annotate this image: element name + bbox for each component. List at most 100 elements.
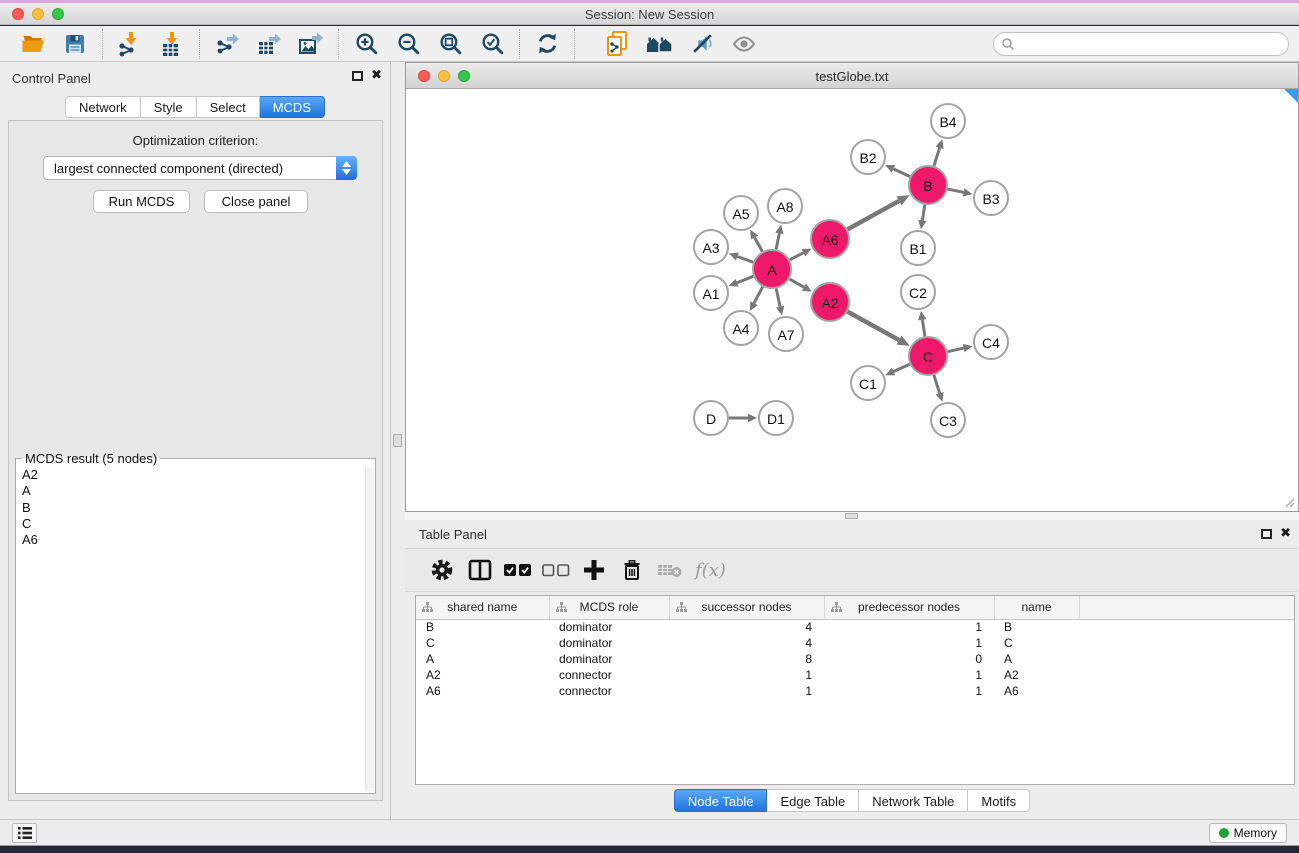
eye-icon[interactable] [723, 28, 765, 60]
mcds-result-item[interactable]: A [22, 483, 375, 499]
cell-name[interactable]: A [994, 651, 1079, 667]
cell-MCDS-role[interactable]: connector [549, 667, 669, 683]
cell-shared-name[interactable]: A2 [416, 667, 549, 683]
close-panel-button[interactable]: Close panel [204, 190, 308, 213]
tab-motifs[interactable]: Motifs [968, 789, 1030, 812]
tab-mcds[interactable]: MCDS [260, 96, 325, 118]
table-row[interactable]: A2connector11A2 [416, 667, 1294, 683]
float-panel-icon[interactable] [352, 71, 363, 81]
graph-edge-B-B3[interactable] [948, 189, 964, 192]
column-header-shared-name[interactable]: shared name [416, 596, 549, 619]
graph-edge-A-A3[interactable] [737, 256, 753, 262]
mcds-result-item[interactable]: A2 [22, 467, 375, 483]
cell-MCDS-role[interactable]: connector [549, 683, 669, 699]
cell-successor-nodes[interactable]: 1 [669, 667, 824, 683]
cell-predecessor-nodes[interactable]: 1 [824, 683, 994, 699]
column-header-successor-nodes[interactable]: successor nodes [669, 596, 824, 619]
graph-edge-A-A7[interactable] [776, 289, 780, 307]
open-session-icon[interactable] [12, 28, 54, 60]
zoom-selected-icon[interactable] [471, 28, 513, 60]
table-settings-gear-icon[interactable] [423, 552, 461, 588]
run-mcds-button[interactable]: Run MCDS [93, 190, 190, 213]
graph-edge-A6-B[interactable] [848, 201, 900, 229]
search-input[interactable] [1015, 34, 1288, 54]
graph-edge-A-A8[interactable] [776, 233, 779, 249]
cell-MCDS-role[interactable]: dominator [549, 651, 669, 667]
table-row[interactable]: Cdominator41C [416, 635, 1294, 651]
graph-edge-C-C1[interactable] [894, 364, 910, 371]
cell-predecessor-nodes[interactable]: 0 [824, 651, 994, 667]
cell-name[interactable]: B [994, 619, 1079, 635]
export-table-icon[interactable] [248, 28, 290, 60]
tab-style[interactable]: Style [141, 96, 197, 118]
column-header-name[interactable]: name [994, 596, 1079, 619]
graph-edge-A-A5[interactable] [755, 237, 763, 251]
graph-edge-C-C3[interactable] [934, 375, 940, 393]
graph-edge-B-B4[interactable] [934, 148, 940, 166]
graph-edge-A-A1[interactable] [737, 276, 753, 282]
tab-node-table[interactable]: Node Table [674, 789, 768, 812]
import-table-icon[interactable] [151, 28, 193, 60]
mcds-list-scrollbar[interactable] [365, 468, 374, 791]
vertical-splitter-grip[interactable] [393, 434, 402, 447]
task-history-button[interactable] [12, 823, 37, 843]
graph-edge-B-B1[interactable] [922, 205, 924, 221]
graph-edge-C-C2[interactable] [922, 320, 925, 337]
cell-name[interactable]: A2 [994, 667, 1079, 683]
memory-button[interactable]: Memory [1209, 823, 1287, 843]
zoom-fit-icon[interactable] [429, 28, 471, 60]
cell-successor-nodes[interactable]: 8 [669, 651, 824, 667]
cell-MCDS-role[interactable]: dominator [549, 635, 669, 651]
mcds-result-item[interactable]: B [22, 500, 375, 516]
refresh-icon[interactable] [526, 28, 568, 60]
delete-column-trash-icon[interactable] [613, 552, 651, 588]
import-network-icon[interactable] [109, 28, 151, 60]
save-session-icon[interactable] [54, 28, 96, 60]
network-graph[interactable]: AA1A2A3A4A5A6A7A8BB1B2B3B4CC1C2C3C4DD1 [406, 89, 1298, 511]
node-table-container[interactable]: shared nameMCDS rolesuccessor nodesprede… [415, 595, 1295, 785]
clone-network-icon[interactable] [597, 28, 639, 60]
mcds-result-item[interactable]: C [22, 516, 375, 532]
optimization-dropdown[interactable]: largest connected component (directed) [43, 156, 357, 180]
export-network-icon[interactable] [206, 28, 248, 60]
hide-selected-icon[interactable] [681, 28, 723, 60]
graph-edge-A2-C[interactable] [848, 312, 900, 340]
deselect-all-icon[interactable] [537, 552, 575, 588]
network-canvas[interactable]: AA1A2A3A4A5A6A7A8BB1B2B3B4CC1C2C3C4DD1 [406, 89, 1298, 511]
cell-shared-name[interactable]: C [416, 635, 549, 651]
export-image-icon[interactable] [290, 28, 332, 60]
cell-successor-nodes[interactable]: 4 [669, 619, 824, 635]
column-header-MCDS-role[interactable]: MCDS role [549, 596, 669, 619]
tab-edge-table[interactable]: Edge Table [767, 789, 859, 812]
cell-shared-name[interactable]: A6 [416, 683, 549, 699]
graph-edge-C-C4[interactable] [948, 348, 964, 352]
cell-predecessor-nodes[interactable]: 1 [824, 619, 994, 635]
cell-predecessor-nodes[interactable]: 1 [824, 635, 994, 651]
cell-shared-name[interactable]: A [416, 651, 549, 667]
cell-MCDS-role[interactable]: dominator [549, 619, 669, 635]
zoom-in-icon[interactable] [345, 28, 387, 60]
network-window-titlebar[interactable]: testGlobe.txt [406, 63, 1298, 89]
cell-name[interactable]: A6 [994, 683, 1079, 699]
search-field[interactable] [993, 32, 1289, 56]
horizontal-splitter[interactable] [405, 512, 1299, 520]
cell-name[interactable]: C [994, 635, 1079, 651]
table-float-icon[interactable] [1261, 529, 1272, 539]
horizontal-splitter-grip[interactable] [845, 513, 858, 519]
add-column-icon[interactable] [575, 552, 613, 588]
graph-edge-A-A2[interactable] [789, 279, 804, 287]
cell-shared-name[interactable]: B [416, 619, 549, 635]
home-view-icon[interactable] [639, 28, 681, 60]
tab-network-table[interactable]: Network Table [859, 789, 968, 812]
cell-predecessor-nodes[interactable]: 1 [824, 667, 994, 683]
close-panel-icon[interactable]: ✖ [371, 70, 382, 81]
table-row[interactable]: Adominator80A [416, 651, 1294, 667]
cell-successor-nodes[interactable]: 1 [669, 683, 824, 699]
mcds-result-item[interactable]: A6 [22, 532, 375, 548]
table-row[interactable]: A6connector11A6 [416, 683, 1294, 699]
graph-edge-A-A6[interactable] [790, 253, 804, 260]
table-close-icon[interactable]: ✖ [1280, 528, 1291, 539]
tab-select[interactable]: Select [197, 96, 260, 118]
column-header-predecessor-nodes[interactable]: predecessor nodes [824, 596, 994, 619]
graph-edge-B-B2[interactable] [893, 169, 910, 177]
